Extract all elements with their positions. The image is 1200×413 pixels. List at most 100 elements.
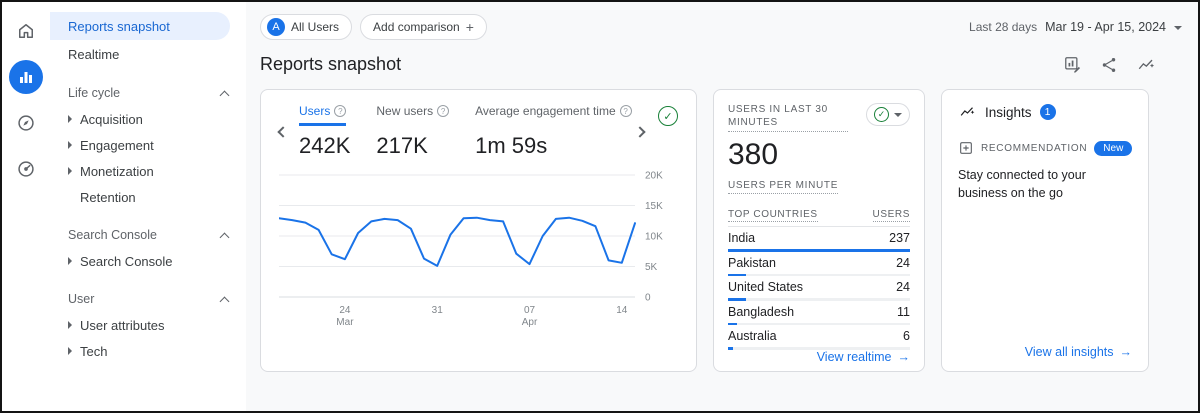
title-row: Reports snapshot [260,54,1182,75]
country-name: India [728,231,755,247]
country-users: 6 [903,329,910,345]
country-name: United States [728,280,803,296]
expand-triangle-icon [68,321,72,329]
svg-text:14: 14 [616,305,628,316]
metric-tab-users[interactable]: Users ? 242K [299,104,350,159]
svg-text:20K: 20K [645,171,663,182]
all-users-chip[interactable]: A All Users [260,14,352,40]
expand-triangle-icon [68,115,72,123]
metric-selector: Users ? 242K New users ? 217K [279,104,678,159]
sidebar-item-monetization[interactable]: Monetization [50,158,246,184]
help-icon[interactable]: ? [437,105,449,117]
customize-report-button[interactable] [1063,55,1082,74]
recommendation-icon [958,140,974,156]
help-icon[interactable]: ? [334,105,346,117]
add-comparison-chip[interactable]: Add comparison + [360,14,487,40]
home-icon [16,21,36,41]
comparison-bar: A All Users Add comparison + Last 28 day… [260,12,1182,42]
sidebar-item-user-attributes[interactable]: User attributes [50,312,246,338]
reports-nav-button[interactable] [9,60,43,94]
date-preset-label: Last 28 days [969,20,1037,34]
country-name: Australia [728,329,777,345]
sidebar-section-life-cycle[interactable]: Life cycle [50,80,246,106]
app-rail [2,2,50,411]
col-users: USERS [873,209,910,222]
metric-value: 1m 59s [475,133,632,159]
report-actions [1063,55,1156,74]
help-icon[interactable]: ? [620,105,632,117]
metric-label: New users [376,104,433,118]
svg-text:24Mar: 24Mar [336,305,354,328]
sidebar-item-acquisition[interactable]: Acquisition [50,106,246,132]
country-row[interactable]: India 237 [728,227,910,252]
sidebar-item-label: Search Console [80,254,173,269]
metric-tabs: Users ? 242K New users ? 217K [299,104,632,159]
country-row[interactable]: Australia 6 [728,325,910,350]
metric-tab-new-users[interactable]: New users ? 217K [376,104,449,159]
realtime-card: USERS IN LAST 30 MINUTES ✓ 380 USERS PER… [713,89,925,372]
insights-card: Insights 1 RECOMMENDATION New Stay conne… [941,89,1149,372]
audience-chip-label: All Users [291,20,339,34]
cards-row: Users ? 242K New users ? 217K [260,89,1182,372]
svg-text:31: 31 [432,305,444,316]
report-sidebar: Reports snapshot Realtime Life cycle Acq… [50,2,246,411]
data-quality-check-icon[interactable]: ✓ [658,106,678,126]
country-users: 24 [896,256,910,272]
sidebar-item-label: Retention [80,190,136,205]
explore-nav-button[interactable] [9,106,43,140]
section-header-label: Life cycle [68,86,120,100]
metric-value: 242K [299,133,350,159]
insights-sparkle-button[interactable] [1136,56,1156,74]
sidebar-item-reports-snapshot[interactable]: Reports snapshot [50,12,230,40]
metric-label: Users [299,104,330,118]
insights-icon [958,104,977,120]
sidebar-section-search-console[interactable]: Search Console [50,222,246,248]
country-row[interactable]: United States 24 [728,276,910,301]
sidebar-item-retention[interactable]: Retention [50,184,246,210]
main-content: A All Users Add comparison + Last 28 day… [246,2,1198,411]
metric-tab-avg-engagement-time[interactable]: Average engagement time ? 1m 59s [475,104,632,159]
insight-body-text[interactable]: Stay connected to your business on the g… [958,166,1132,202]
sidebar-item-label: Acquisition [80,112,143,127]
chevron-up-icon [220,296,230,306]
sidebar-item-realtime[interactable]: Realtime [50,40,246,68]
recommendation-label: RECOMMENDATION [981,143,1087,154]
caret-down-icon [1174,26,1182,30]
date-range-picker[interactable]: Last 28 days Mar 19 - Apr 15, 2024 [969,20,1182,34]
country-users: 24 [896,280,910,296]
arrow-right-icon: → [1120,345,1133,359]
realtime-users-count: 380 [728,138,910,172]
insights-count-badge: 1 [1040,104,1056,120]
home-nav-button[interactable] [9,14,43,48]
view-all-insights-link[interactable]: View all insights → [1025,345,1132,359]
sidebar-item-engagement[interactable]: Engagement [50,132,246,158]
sidebar-item-tech[interactable]: Tech [50,338,246,364]
country-row[interactable]: Pakistan 24 [728,252,910,277]
chevron-up-icon [220,90,230,100]
svg-text:0: 0 [645,293,651,304]
metric-label: Average engagement time [475,104,616,118]
sidebar-item-search-console[interactable]: Search Console [50,248,246,274]
arrow-right-icon: → [898,350,911,364]
svg-text:5K: 5K [645,262,658,273]
insights-title: Insights [985,105,1032,120]
realtime-status-dropdown[interactable]: ✓ [866,103,910,126]
data-quality-check-icon: ✓ [874,107,889,122]
top-countries-header: TOP COUNTRIES USERS [728,209,910,227]
view-realtime-link[interactable]: View realtime → [817,350,910,364]
chevron-left-icon[interactable] [277,126,288,137]
chevron-up-icon [220,232,230,242]
sidebar-section-user[interactable]: User [50,286,246,312]
users-overview-card: Users ? 242K New users ? 217K [260,89,697,372]
country-row[interactable]: Bangladesh 11 [728,301,910,326]
sidebar-item-label: Reports snapshot [68,19,170,34]
share-button[interactable] [1100,56,1118,74]
chevron-right-icon[interactable] [634,126,645,137]
reports-icon [18,69,34,85]
new-badge: New [1094,141,1132,156]
svg-text:07Apr: 07Apr [522,305,538,328]
users-line-chart: 05K10K15K20K24Mar3107Apr14 [279,169,678,337]
audience-avatar: A [267,18,285,36]
svg-text:15K: 15K [645,201,663,212]
advertising-nav-button[interactable] [9,152,43,186]
